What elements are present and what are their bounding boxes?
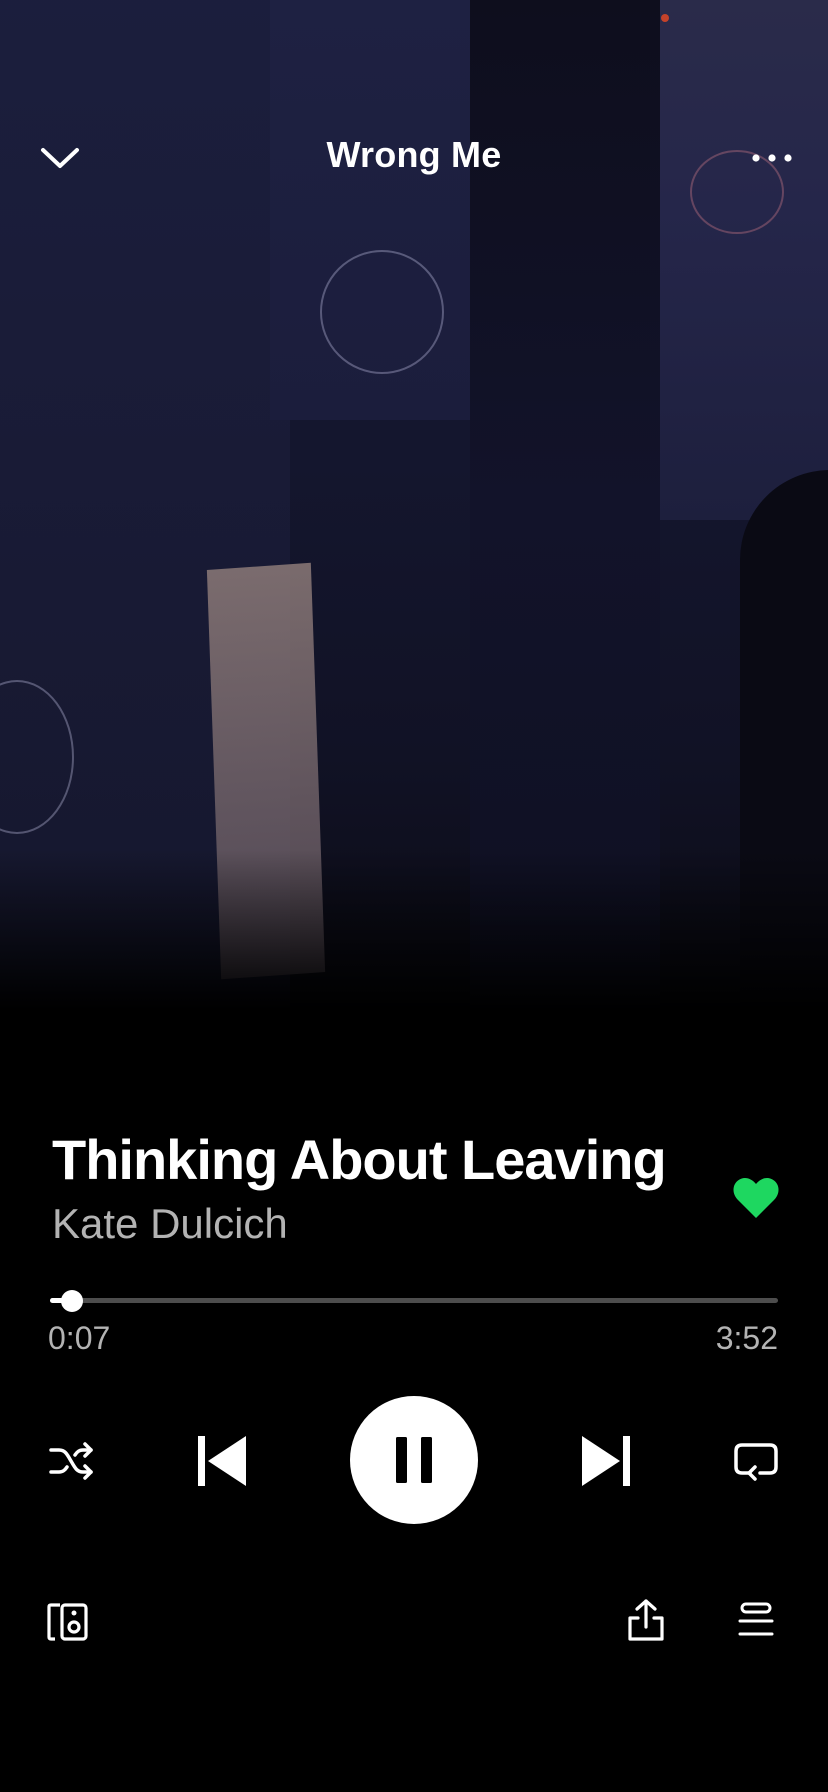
recording-indicator-dot	[661, 14, 669, 22]
pause-icon	[396, 1437, 432, 1483]
chevron-down-icon	[41, 148, 79, 168]
heart-icon	[733, 1178, 779, 1218]
queue-button[interactable]	[728, 1592, 784, 1648]
progress-track	[50, 1298, 778, 1303]
repeat-button[interactable]	[724, 1431, 788, 1491]
track-artist[interactable]: Kate Dulcich	[52, 1198, 702, 1250]
connect-devices-button[interactable]	[40, 1594, 96, 1650]
share-icon	[628, 1599, 664, 1641]
total-time: 3:52	[715, 1320, 778, 1356]
shuffle-button[interactable]	[40, 1431, 104, 1491]
playback-controls	[0, 1396, 828, 1526]
context-title: Wrong Me	[326, 134, 502, 175]
queue-icon	[738, 1602, 774, 1636]
elapsed-time: 0:07	[48, 1320, 111, 1356]
player-header: Wrong Me	[0, 120, 828, 194]
more-options-icon	[752, 154, 792, 162]
skip-next-icon	[582, 1436, 630, 1486]
share-button[interactable]	[616, 1590, 676, 1650]
more-options-button[interactable]	[744, 130, 800, 186]
next-track-button[interactable]	[570, 1426, 642, 1496]
previous-track-button[interactable]	[186, 1426, 258, 1496]
repeat-icon	[734, 1443, 778, 1481]
connect-devices-icon	[47, 1603, 88, 1641]
progress-handle[interactable]	[60, 1290, 83, 1312]
player-bottom-bar	[0, 1590, 828, 1654]
progress-bar[interactable]	[50, 1290, 778, 1312]
skip-previous-icon	[198, 1436, 246, 1486]
track-title[interactable]: Thinking About Leaving	[52, 1128, 702, 1192]
artwork-fade	[0, 850, 828, 1010]
shuffle-icon	[49, 1442, 93, 1480]
artwork-chalk-drawing	[320, 250, 444, 374]
track-info: Thinking About Leaving Kate Dulcich	[52, 1128, 702, 1250]
collapse-player-button[interactable]	[32, 130, 88, 186]
artwork-wall-right	[660, 0, 828, 520]
like-button[interactable]	[726, 1168, 786, 1228]
pause-button[interactable]	[350, 1396, 478, 1524]
